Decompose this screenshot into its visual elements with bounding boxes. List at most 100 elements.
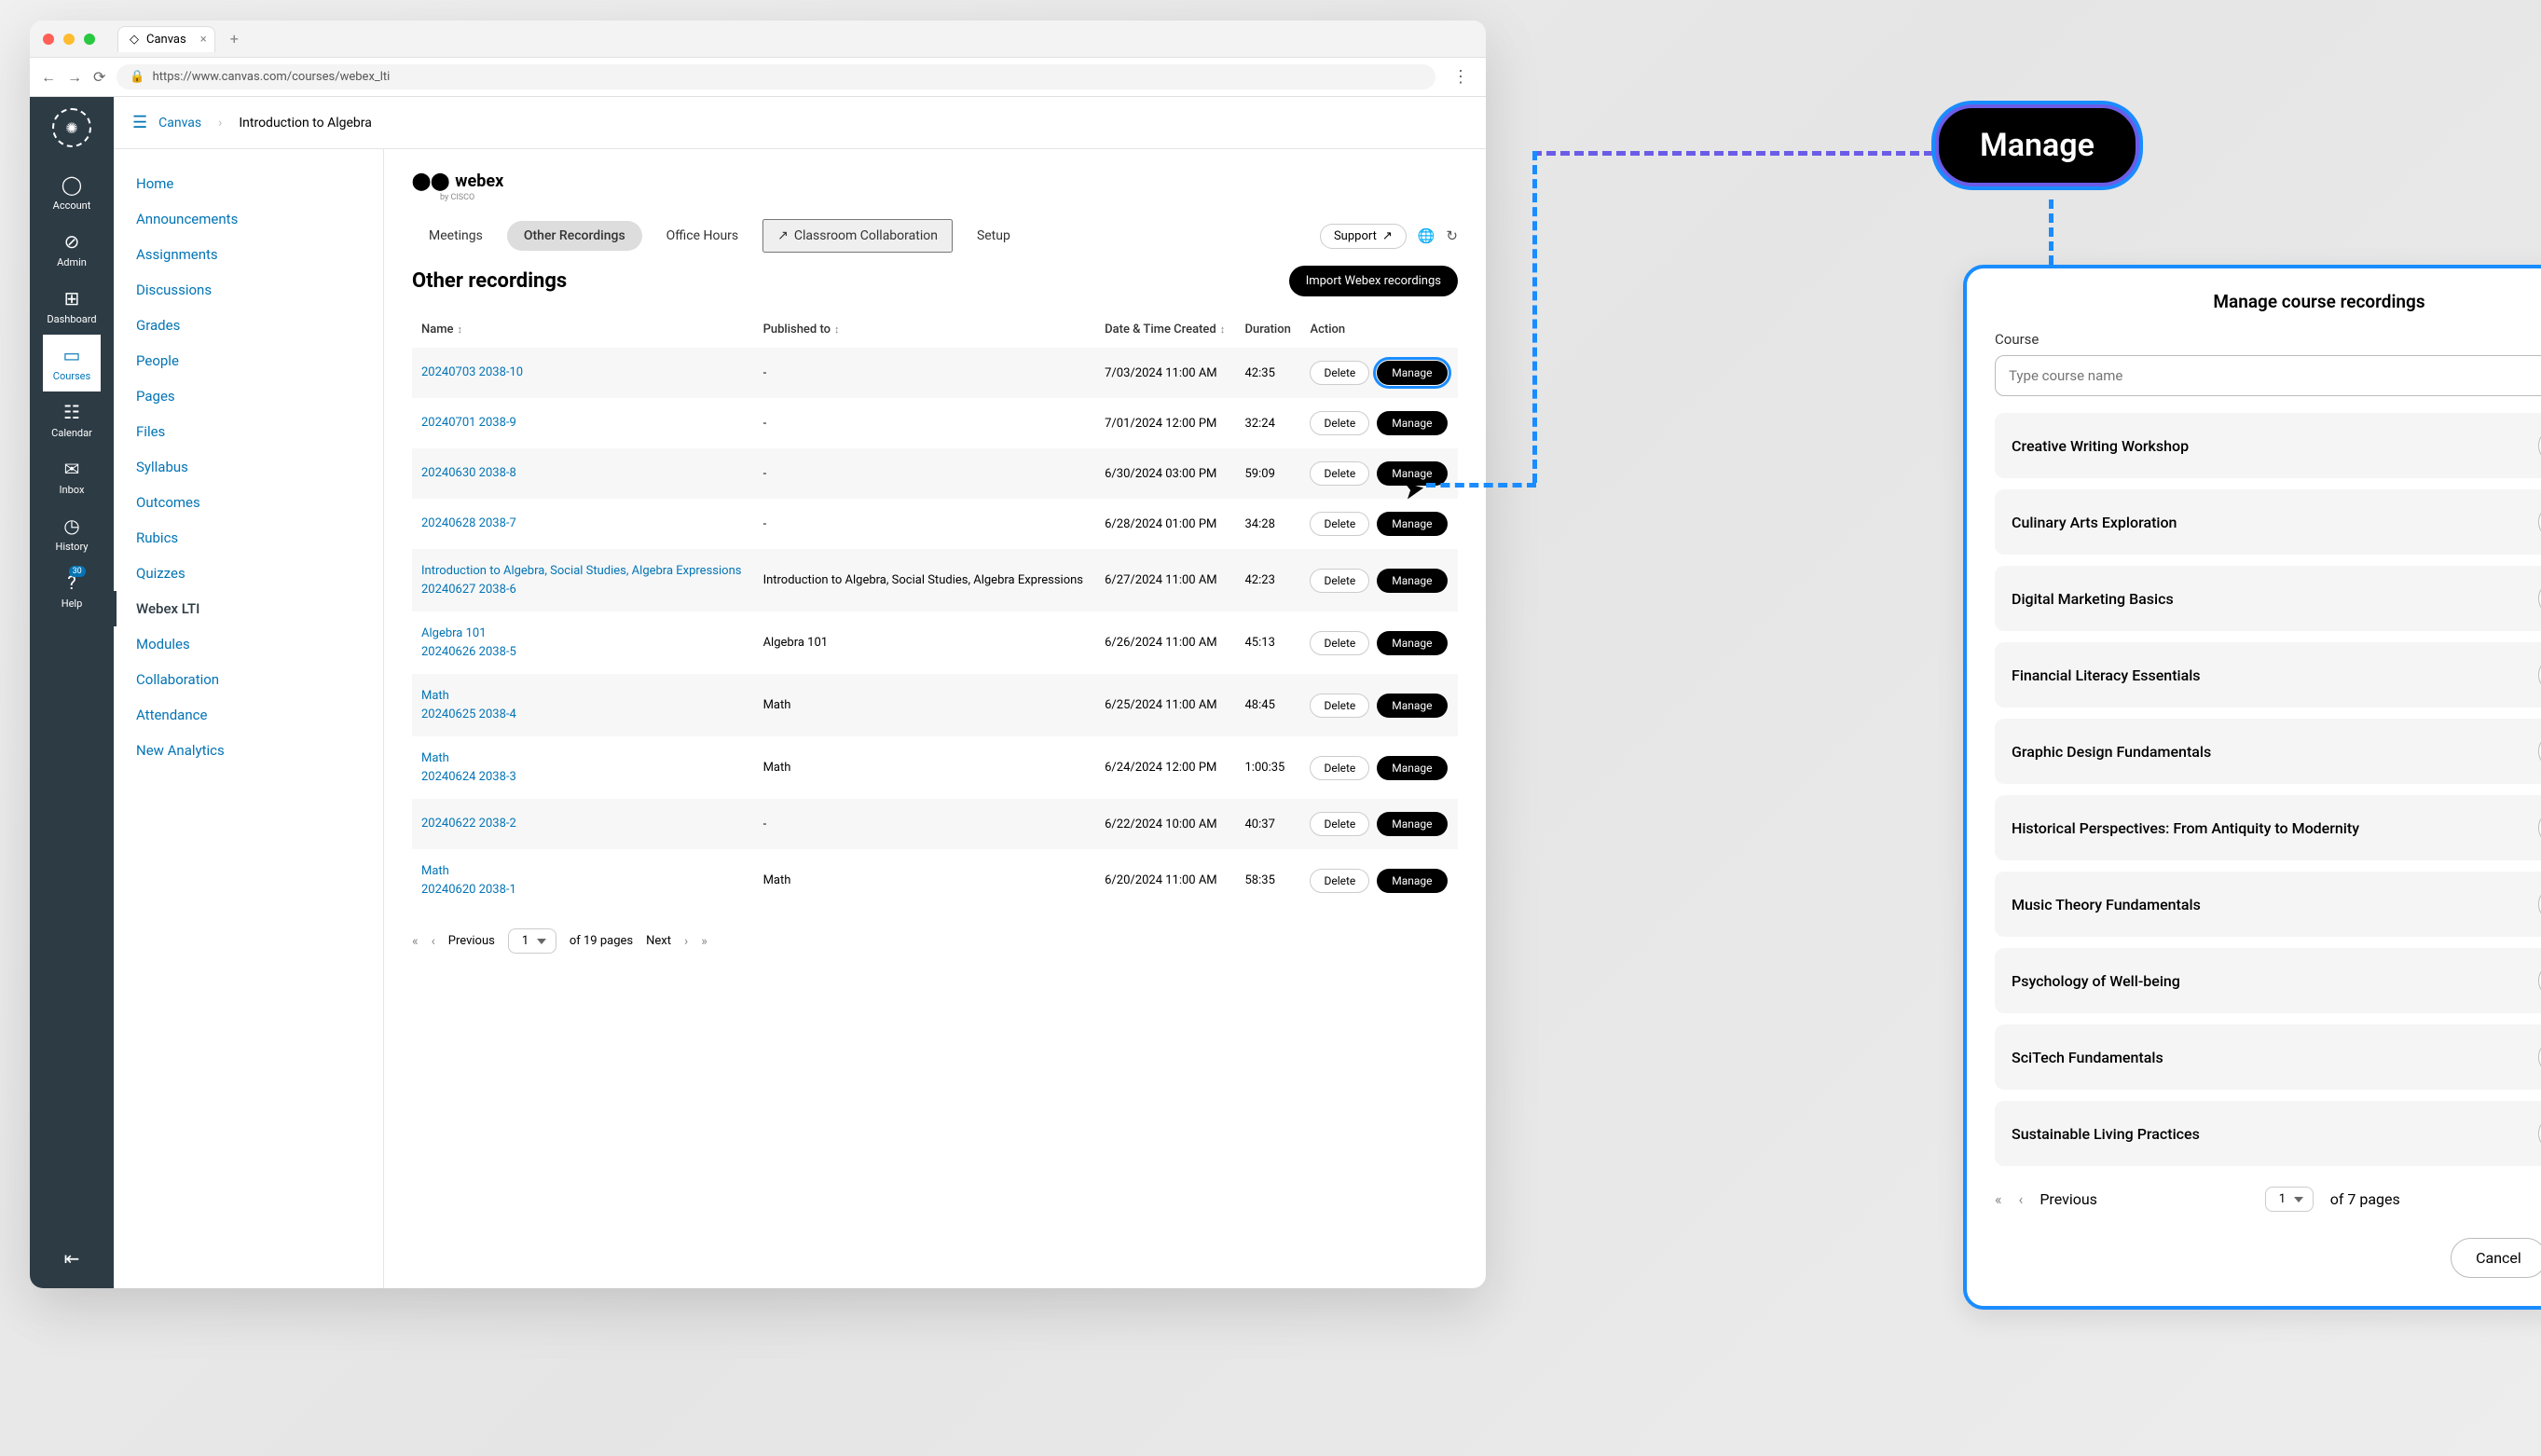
- recording-link[interactable]: Math: [421, 749, 745, 768]
- course-nav-rubics[interactable]: Rubics: [114, 520, 383, 556]
- next-label[interactable]: Next: [646, 934, 671, 948]
- course-nav-announcements[interactable]: Announcements: [114, 201, 383, 237]
- canvas-logo-icon[interactable]: ✺: [52, 108, 91, 147]
- course-search-input[interactable]: [1995, 355, 2541, 396]
- sort-icon[interactable]: ↕: [458, 323, 463, 336]
- publish-button[interactable]: Publish: [2538, 963, 2541, 998]
- first-page-icon[interactable]: «: [1995, 1190, 2002, 1208]
- recording-link[interactable]: 20240620 2038-1: [421, 881, 745, 900]
- manage-button[interactable]: Manage: [1377, 869, 1447, 893]
- prev-label[interactable]: Previous: [2040, 1190, 2097, 1208]
- manage-button[interactable]: Manage: [1377, 812, 1447, 836]
- delete-button[interactable]: Delete: [1310, 756, 1369, 780]
- rail-item-history[interactable]: ◷History: [43, 505, 100, 562]
- rail-item-help[interactable]: ?Help: [43, 562, 100, 619]
- prev-label[interactable]: Previous: [448, 934, 495, 948]
- window-controls[interactable]: [43, 34, 95, 45]
- tab-other-recordings[interactable]: Other Recordings: [507, 221, 642, 251]
- delete-button[interactable]: Delete: [1310, 512, 1369, 536]
- first-page-icon[interactable]: «: [412, 934, 419, 949]
- publish-button[interactable]: Publish: [2538, 1039, 2541, 1075]
- recording-link[interactable]: 20240703 2038-10: [421, 364, 745, 382]
- tab-office-hours[interactable]: Office Hours: [650, 221, 755, 251]
- support-button[interactable]: Support↗: [1320, 224, 1407, 249]
- manage-button[interactable]: Manage: [1377, 361, 1447, 385]
- col-name[interactable]: Name↕: [412, 311, 754, 348]
- publish-button[interactable]: Publish: [2538, 810, 2541, 845]
- page-select[interactable]: 1: [508, 928, 556, 954]
- forward-icon[interactable]: →: [67, 68, 82, 87]
- delete-button[interactable]: Delete: [1310, 361, 1369, 385]
- delete-button[interactable]: Delete: [1310, 461, 1369, 486]
- publish-button[interactable]: Publish: [2538, 734, 2541, 769]
- recording-link[interactable]: 20240624 2038-3: [421, 768, 745, 787]
- course-nav-discussions[interactable]: Discussions: [114, 272, 383, 308]
- prev-page-icon[interactable]: ‹: [432, 934, 435, 949]
- publish-button[interactable]: Publish: [2538, 581, 2541, 616]
- manage-button[interactable]: Manage: [1377, 512, 1447, 536]
- manage-button[interactable]: Manage: [1377, 569, 1447, 593]
- col-action[interactable]: Action: [1300, 311, 1458, 348]
- publish-button[interactable]: Publish: [2538, 428, 2541, 463]
- tab-setup[interactable]: Setup: [960, 221, 1027, 251]
- course-nav-syllabus[interactable]: Syllabus: [114, 449, 383, 485]
- reload-icon[interactable]: ⟳: [93, 68, 105, 86]
- publish-button[interactable]: Publish: [2538, 1116, 2541, 1151]
- course-nav-webex-lti[interactable]: Webex LTI: [114, 591, 383, 626]
- course-nav-people[interactable]: People: [114, 343, 383, 378]
- tab-classroom-collaboration[interactable]: ↗ Classroom Collaboration: [762, 219, 953, 253]
- recording-link[interactable]: 20240701 2038-9: [421, 414, 745, 433]
- course-nav-pages[interactable]: Pages: [114, 378, 383, 414]
- manage-button[interactable]: Manage: [1377, 411, 1447, 435]
- refresh-icon[interactable]: ↻: [1446, 227, 1458, 244]
- browser-tab[interactable]: ◇ Canvas ×: [117, 26, 215, 52]
- course-nav-home[interactable]: Home: [114, 166, 383, 201]
- cancel-button[interactable]: Cancel: [2451, 1238, 2541, 1278]
- rail-item-dashboard[interactable]: ⊞Dashboard: [43, 278, 100, 335]
- collapse-nav-icon[interactable]: ⇤: [64, 1247, 80, 1270]
- close-tab-icon[interactable]: ×: [200, 33, 207, 47]
- recording-link[interactable]: Algebra 101: [421, 625, 745, 643]
- recording-link[interactable]: 20240628 2038-7: [421, 515, 745, 533]
- recording-link[interactable]: 20240626 2038-5: [421, 643, 745, 662]
- url-field[interactable]: 🔒 https://www.canvas.com/courses/webex_l…: [117, 64, 1435, 89]
- rail-item-inbox[interactable]: ✉Inbox: [43, 448, 100, 505]
- col-date-time-created[interactable]: Date & Time Created↕: [1095, 311, 1235, 348]
- browser-menu-icon[interactable]: ⋮: [1447, 67, 1475, 87]
- course-nav-outcomes[interactable]: Outcomes: [114, 485, 383, 520]
- next-page-icon[interactable]: ›: [684, 934, 688, 949]
- breadcrumb-root[interactable]: Canvas: [158, 116, 201, 130]
- course-nav-files[interactable]: Files: [114, 414, 383, 449]
- recording-link[interactable]: 20240625 2038-4: [421, 706, 745, 724]
- course-nav-modules[interactable]: Modules: [114, 626, 383, 662]
- prev-page-icon[interactable]: ‹: [2019, 1190, 2024, 1208]
- recording-link[interactable]: 20240622 2038-2: [421, 815, 745, 833]
- publish-button[interactable]: Publish: [2538, 657, 2541, 693]
- sort-icon[interactable]: ↕: [834, 323, 840, 336]
- recording-link[interactable]: 20240630 2038-8: [421, 464, 745, 483]
- rail-item-admin[interactable]: ⊘Admin: [43, 221, 100, 278]
- manage-button[interactable]: Manage: [1377, 694, 1447, 718]
- course-nav-attendance[interactable]: Attendance: [114, 697, 383, 733]
- tab-meetings[interactable]: Meetings: [412, 221, 500, 251]
- course-nav-quizzes[interactable]: Quizzes: [114, 556, 383, 591]
- new-tab-button[interactable]: +: [223, 26, 246, 51]
- back-icon[interactable]: ←: [41, 68, 56, 87]
- rail-item-account[interactable]: ◯Account: [43, 164, 100, 221]
- delete-button[interactable]: Delete: [1310, 631, 1369, 655]
- delete-button[interactable]: Delete: [1310, 411, 1369, 435]
- recording-link[interactable]: Math: [421, 862, 745, 881]
- page-select[interactable]: 1: [2265, 1187, 2314, 1212]
- rail-item-calendar[interactable]: ☷Calendar: [43, 391, 100, 448]
- sort-icon[interactable]: ↕: [1220, 323, 1226, 336]
- course-nav-grades[interactable]: Grades: [114, 308, 383, 343]
- course-nav-assignments[interactable]: Assignments: [114, 237, 383, 272]
- delete-button[interactable]: Delete: [1310, 812, 1369, 836]
- manage-button[interactable]: Manage: [1377, 756, 1447, 780]
- recording-link[interactable]: Math: [421, 687, 745, 706]
- publish-button[interactable]: Publish: [2538, 886, 2541, 922]
- rail-item-courses[interactable]: ▭Courses: [43, 335, 100, 391]
- globe-icon[interactable]: 🌐: [1418, 227, 1435, 244]
- course-nav-collaboration[interactable]: Collaboration: [114, 662, 383, 697]
- hamburger-icon[interactable]: ☰: [132, 113, 147, 132]
